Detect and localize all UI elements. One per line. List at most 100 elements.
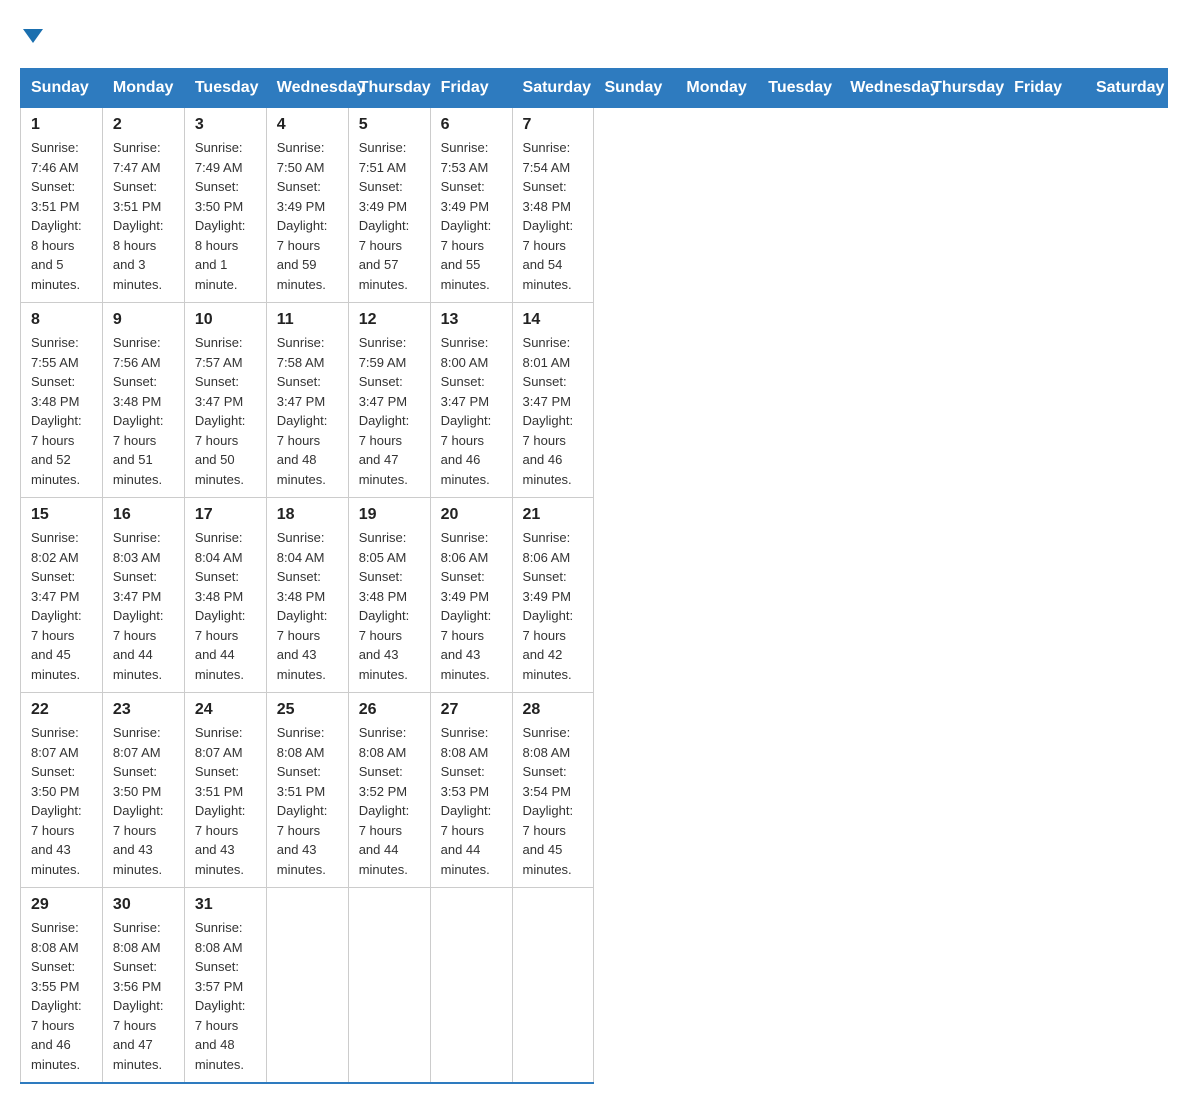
calendar-cell: 10 Sunrise: 7:57 AMSunset: 3:47 PMDayligh… (184, 303, 266, 498)
day-number: 5 (359, 116, 420, 134)
header-monday: Monday (102, 69, 184, 108)
header-monday: Monday (676, 69, 758, 108)
day-info: Sunrise: 7:55 AMSunset: 3:48 PMDaylight:… (31, 333, 92, 489)
day-info: Sunrise: 8:00 AMSunset: 3:47 PMDaylight:… (441, 333, 502, 489)
logo (20, 20, 43, 48)
header-wednesday: Wednesday (266, 69, 348, 108)
day-info: Sunrise: 7:46 AMSunset: 3:51 PMDaylight:… (31, 138, 92, 294)
day-info: Sunrise: 8:08 AMSunset: 3:52 PMDaylight:… (359, 723, 420, 879)
day-info: Sunrise: 8:08 AMSunset: 3:55 PMDaylight:… (31, 918, 92, 1074)
day-number: 7 (523, 116, 584, 134)
day-info: Sunrise: 7:53 AMSunset: 3:49 PMDaylight:… (441, 138, 502, 294)
day-number: 18 (277, 506, 338, 524)
day-info: Sunrise: 8:06 AMSunset: 3:49 PMDaylight:… (441, 528, 502, 684)
header-tuesday: Tuesday (758, 69, 840, 108)
day-number: 29 (31, 896, 92, 914)
calendar-cell: 25Sunrise: 8:08 AMSunset: 3:51 PMDayligh… (266, 693, 348, 888)
day-number: 11 (277, 311, 338, 329)
calendar-cell: 24Sunrise: 8:07 AMSunset: 3:51 PMDayligh… (184, 693, 266, 888)
calendar-cell: 8Sunrise: 7:55 AMSunset: 3:48 PMDaylight… (21, 303, 103, 498)
day-info: Sunrise: 8:03 AMSunset: 3:47 PMDaylight:… (113, 528, 174, 684)
calendar-cell: 3Sunrise: 7:49 AMSunset: 3:50 PMDaylight… (184, 108, 266, 303)
day-number: 26 (359, 701, 420, 719)
day-number: 4 (277, 116, 338, 134)
day-number: 14 (523, 311, 584, 329)
calendar-cell: 6 Sunrise: 7:53 AMSunset: 3:49 PMDaylight… (430, 108, 512, 303)
calendar-cell (348, 888, 430, 1084)
calendar-cell: 13 Sunrise: 8:00 AMSunset: 3:47 PMDayligh… (430, 303, 512, 498)
day-info: Sunrise: 7:59 AMSunset: 3:47 PMDaylight:… (359, 333, 420, 489)
header-sunday: Sunday (21, 69, 103, 108)
day-number: 22 (31, 701, 92, 719)
calendar-cell: 28 Sunrise: 8:08 AMSunset: 3:54 PMDayligh… (512, 693, 594, 888)
day-info: Sunrise: 7:47 AMSunset: 3:51 PMDaylight:… (113, 138, 174, 294)
day-info: Sunrise: 8:01 AMSunset: 3:47 PMDaylight:… (523, 333, 584, 489)
day-number: 28 (523, 701, 584, 719)
calendar-cell: 5 Sunrise: 7:51 AMSunset: 3:49 PMDaylight… (348, 108, 430, 303)
calendar-cell: 17Sunrise: 8:04 AMSunset: 3:48 PMDayligh… (184, 498, 266, 693)
calendar-cell: 1 Sunrise: 7:46 AMSunset: 3:51 PMDaylight… (21, 108, 103, 303)
calendar-cell: 31 Sunrise: 8:08 AMSunset: 3:57 PMDayligh… (184, 888, 266, 1084)
day-info: Sunrise: 8:08 AMSunset: 3:54 PMDaylight:… (523, 723, 584, 879)
calendar-cell: 7Sunrise: 7:54 AMSunset: 3:48 PMDaylight… (512, 108, 594, 303)
day-info: Sunrise: 8:08 AMSunset: 3:53 PMDaylight:… (441, 723, 502, 879)
day-number: 21 (523, 506, 584, 524)
calendar-cell: 29 Sunrise: 8:08 AMSunset: 3:55 PMDayligh… (21, 888, 103, 1084)
day-number: 10 (195, 311, 256, 329)
day-info: Sunrise: 7:58 AMSunset: 3:47 PMDaylight:… (277, 333, 338, 489)
calendar-cell: 22 Sunrise: 8:07 AMSunset: 3:50 PMDayligh… (21, 693, 103, 888)
header-wednesday: Wednesday (840, 69, 922, 108)
day-number: 24 (195, 701, 256, 719)
header-friday: Friday (430, 69, 512, 108)
header-friday: Friday (1004, 69, 1086, 108)
day-number: 9 (113, 311, 174, 329)
calendar-cell: 2Sunrise: 7:47 AMSunset: 3:51 PMDaylight… (102, 108, 184, 303)
day-info: Sunrise: 8:05 AMSunset: 3:48 PMDaylight:… (359, 528, 420, 684)
day-info: Sunrise: 7:57 AMSunset: 3:47 PMDaylight:… (195, 333, 256, 489)
header-thursday: Thursday (348, 69, 430, 108)
calendar-cell: 15Sunrise: 8:02 AMSunset: 3:47 PMDayligh… (21, 498, 103, 693)
page-header (20, 20, 1168, 48)
header-saturday: Saturday (1085, 69, 1167, 108)
day-number: 31 (195, 896, 256, 914)
calendar-cell (430, 888, 512, 1084)
day-info: Sunrise: 7:56 AMSunset: 3:48 PMDaylight:… (113, 333, 174, 489)
calendar-cell: 21 Sunrise: 8:06 AMSunset: 3:49 PMDayligh… (512, 498, 594, 693)
day-info: Sunrise: 8:07 AMSunset: 3:50 PMDaylight:… (113, 723, 174, 879)
week-row-4: 22 Sunrise: 8:07 AMSunset: 3:50 PMDayligh… (21, 693, 1168, 888)
day-info: Sunrise: 7:51 AMSunset: 3:49 PMDaylight:… (359, 138, 420, 294)
day-number: 20 (441, 506, 502, 524)
calendar-cell: 12 Sunrise: 7:59 AMSunset: 3:47 PMDayligh… (348, 303, 430, 498)
calendar-table: SundayMondayTuesdayWednesdayThursdayFrid… (20, 68, 1168, 1084)
day-number: 12 (359, 311, 420, 329)
calendar-cell: 19 Sunrise: 8:05 AMSunset: 3:48 PMDayligh… (348, 498, 430, 693)
day-number: 6 (441, 116, 502, 134)
day-number: 19 (359, 506, 420, 524)
day-number: 1 (31, 116, 92, 134)
day-info: Sunrise: 8:04 AMSunset: 3:48 PMDaylight:… (277, 528, 338, 684)
day-number: 13 (441, 311, 502, 329)
day-info: Sunrise: 7:50 AMSunset: 3:49 PMDaylight:… (277, 138, 338, 294)
day-number: 27 (441, 701, 502, 719)
day-number: 15 (31, 506, 92, 524)
day-number: 30 (113, 896, 174, 914)
calendar-cell: 18 Sunrise: 8:04 AMSunset: 3:48 PMDayligh… (266, 498, 348, 693)
week-row-3: 15Sunrise: 8:02 AMSunset: 3:47 PMDayligh… (21, 498, 1168, 693)
header-saturday: Saturday (512, 69, 594, 108)
week-row-1: 1 Sunrise: 7:46 AMSunset: 3:51 PMDaylight… (21, 108, 1168, 303)
day-info: Sunrise: 7:49 AMSunset: 3:50 PMDaylight:… (195, 138, 256, 294)
header-thursday: Thursday (922, 69, 1004, 108)
day-number: 23 (113, 701, 174, 719)
header-sunday: Sunday (594, 69, 676, 108)
header-row: SundayMondayTuesdayWednesdayThursdayFrid… (21, 69, 1168, 108)
day-info: Sunrise: 8:08 AMSunset: 3:57 PMDaylight:… (195, 918, 256, 1074)
calendar-cell: 20 Sunrise: 8:06 AMSunset: 3:49 PMDayligh… (430, 498, 512, 693)
day-info: Sunrise: 8:06 AMSunset: 3:49 PMDaylight:… (523, 528, 584, 684)
day-info: Sunrise: 8:07 AMSunset: 3:50 PMDaylight:… (31, 723, 92, 879)
day-info: Sunrise: 8:08 AMSunset: 3:56 PMDaylight:… (113, 918, 174, 1074)
day-number: 17 (195, 506, 256, 524)
header-tuesday: Tuesday (184, 69, 266, 108)
calendar-cell: 23 Sunrise: 8:07 AMSunset: 3:50 PMDayligh… (102, 693, 184, 888)
week-row-2: 8Sunrise: 7:55 AMSunset: 3:48 PMDaylight… (21, 303, 1168, 498)
calendar-cell: 26 Sunrise: 8:08 AMSunset: 3:52 PMDayligh… (348, 693, 430, 888)
